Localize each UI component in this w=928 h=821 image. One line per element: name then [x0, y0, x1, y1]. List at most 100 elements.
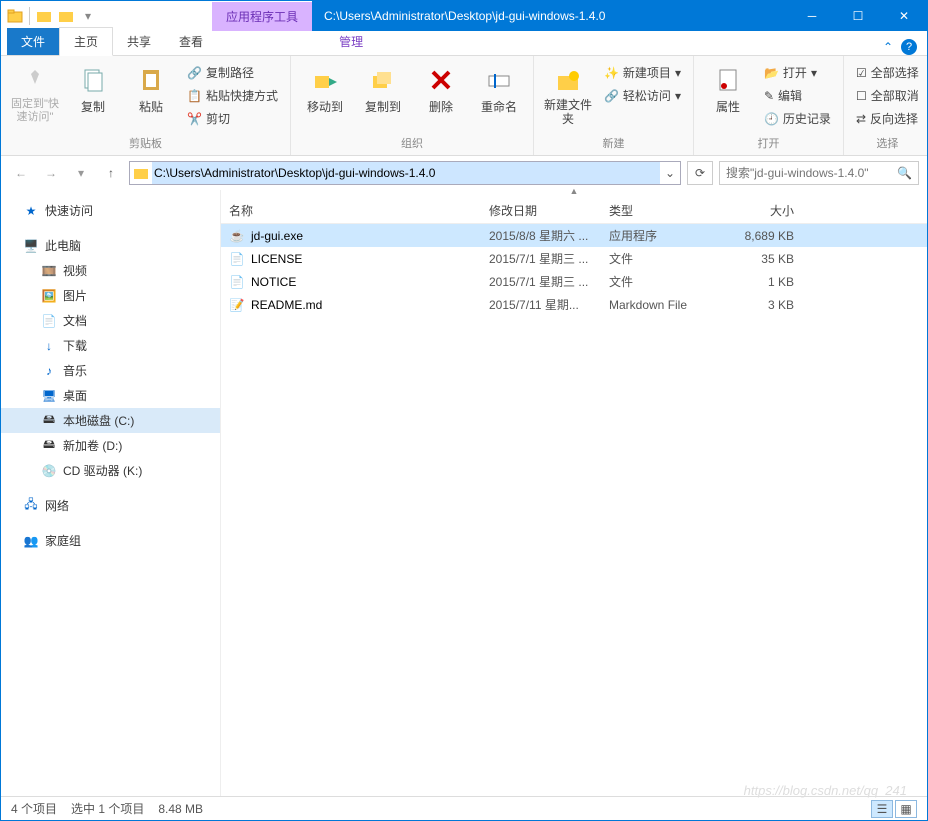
rename-button[interactable]: 重命名 — [473, 60, 525, 119]
sidebar-item-cdrive[interactable]: 🖴本地磁盘 (C:) — [1, 408, 220, 433]
copypath-button[interactable]: 🔗复制路径 — [183, 62, 282, 83]
maximize-button[interactable]: ☐ — [835, 1, 881, 31]
ribbon-group-clipboard: 固定到"快速访问" 复制 粘贴 🔗复制路径 📋粘贴快捷方式 ✂️剪切 剪贴板 — [1, 56, 291, 155]
address-bar[interactable]: ⌄ — [129, 161, 681, 185]
folder-icon[interactable] — [5, 6, 25, 26]
selectall-button[interactable]: ☑全部选择 — [852, 62, 923, 83]
col-date[interactable]: 修改日期 — [489, 202, 609, 219]
navbar: ← → ▾ ↑ ⌄ ⟳ 🔍 — [1, 156, 927, 190]
sidebar-item-music[interactable]: ♪音乐 — [1, 358, 220, 383]
search-icon: 🔍 — [897, 166, 912, 180]
sidebar-item-thispc[interactable]: 🖥️此电脑 — [1, 233, 220, 258]
close-button[interactable]: ✕ — [881, 1, 927, 31]
pin-button[interactable]: 固定到"快速访问" — [9, 60, 61, 128]
copy-button[interactable]: 复制 — [67, 60, 119, 119]
qat-btn-2[interactable] — [56, 6, 76, 26]
sidebar-item-downloads[interactable]: ↓下载 — [1, 333, 220, 358]
open-button[interactable]: 📂打开▾ — [760, 62, 835, 83]
file-rows: ☕jd-gui.exe2015/8/8 星期六 ...应用程序8,689 KB📄… — [221, 224, 927, 796]
tab-manage[interactable]: 管理 — [325, 28, 377, 55]
edit-button[interactable]: ✎编辑 — [760, 85, 835, 106]
cut-button[interactable]: ✂️剪切 — [183, 108, 282, 129]
sidebar: ★快速访问 🖥️此电脑 🎞️视频 🖼️图片 📄文档 ↓下载 ♪音乐 🖥桌面 🖴本… — [1, 190, 221, 796]
search-box[interactable]: 🔍 — [719, 161, 919, 185]
address-input[interactable] — [152, 162, 660, 184]
address-dropdown-icon[interactable]: ⌄ — [660, 166, 680, 180]
homegroup-icon: 👥 — [23, 533, 39, 549]
copy-icon — [77, 64, 109, 96]
newfolder-icon — [552, 64, 584, 96]
search-input[interactable] — [726, 166, 897, 180]
status-count: 4 个项目 — [11, 800, 57, 817]
tab-share[interactable]: 共享 — [113, 28, 165, 55]
table-row[interactable]: 📄NOTICE2015/7/1 星期三 ...文件1 KB — [221, 270, 927, 293]
file-list: ▲ 名称 修改日期 类型 大小 ☕jd-gui.exe2015/8/8 星期六 … — [221, 190, 927, 796]
file-size: 3 KB — [724, 298, 794, 312]
moveto-icon — [309, 64, 341, 96]
qat-overflow[interactable]: ▾ — [78, 6, 98, 26]
context-tab-label: 应用程序工具 — [212, 2, 312, 31]
delete-button[interactable]: 删除 — [415, 60, 467, 119]
invertsel-button[interactable]: ⇄反向选择 — [852, 108, 923, 129]
file-date: 2015/7/1 星期三 ... — [489, 273, 609, 290]
newitem-button[interactable]: ✨新建项目▾ — [600, 62, 685, 83]
minimize-button[interactable]: ─ — [789, 1, 835, 31]
sidebar-item-cdrom[interactable]: 💿CD 驱动器 (K:) — [1, 458, 220, 483]
qat-btn-1[interactable] — [34, 6, 54, 26]
edit-icon: ✎ — [764, 89, 774, 103]
sidebar-item-homegroup[interactable]: 👥家庭组 — [1, 528, 220, 553]
file-icon: 📄 — [229, 251, 245, 267]
file-type: Markdown File — [609, 298, 724, 312]
sidebar-item-network[interactable]: 🖧网络 — [1, 493, 220, 518]
col-size[interactable]: 大小 — [724, 202, 794, 219]
window-title: C:\Users\Administrator\Desktop\jd-gui-wi… — [312, 1, 789, 31]
file-size: 8,689 KB — [724, 229, 794, 243]
chevron-down-icon: ▾ — [675, 89, 681, 103]
properties-button[interactable]: 属性 — [702, 60, 754, 119]
newfolder-button[interactable]: 新建文件夹 — [542, 60, 594, 131]
easyaccess-button[interactable]: 🔗轻松访问▾ — [600, 85, 685, 106]
sidebar-item-desktop[interactable]: 🖥桌面 — [1, 383, 220, 408]
tab-view[interactable]: 查看 — [165, 28, 217, 55]
back-button[interactable]: ← — [9, 161, 33, 185]
file-size: 35 KB — [724, 252, 794, 266]
file-type: 应用程序 — [609, 227, 724, 244]
sidebar-item-pictures[interactable]: 🖼️图片 — [1, 283, 220, 308]
moveto-button[interactable]: 移动到 — [299, 60, 351, 119]
shortcut-icon: 📋 — [187, 89, 202, 103]
file-icon: 📄 — [229, 274, 245, 290]
forward-button[interactable]: → — [39, 161, 63, 185]
table-row[interactable]: 📝README.md2015/7/11 星期...Markdown File3 … — [221, 293, 927, 316]
ribbon: 固定到"快速访问" 复制 粘贴 🔗复制路径 📋粘贴快捷方式 ✂️剪切 剪贴板 移… — [1, 56, 927, 156]
copyto-button[interactable]: 复制到 — [357, 60, 409, 119]
download-icon: ↓ — [41, 338, 57, 354]
sidebar-item-videos[interactable]: 🎞️视频 — [1, 258, 220, 283]
folder-icon — [130, 166, 152, 180]
help-icon[interactable]: ? — [901, 39, 917, 55]
tab-home[interactable]: 主页 — [59, 27, 113, 56]
up-button[interactable]: ↑ — [99, 161, 123, 185]
selectnone-button[interactable]: ☐全部取消 — [852, 85, 923, 106]
tab-file[interactable]: 文件 — [7, 28, 59, 55]
easyaccess-icon: 🔗 — [604, 89, 619, 103]
desktop-icon: 🖥 — [41, 388, 57, 404]
paste-button[interactable]: 粘贴 — [125, 60, 177, 119]
table-row[interactable]: 📄LICENSE2015/7/1 星期三 ...文件35 KB — [221, 247, 927, 270]
sidebar-item-documents[interactable]: 📄文档 — [1, 308, 220, 333]
table-row[interactable]: ☕jd-gui.exe2015/8/8 星期六 ...应用程序8,689 KB — [221, 224, 927, 247]
sidebar-item-ddrive[interactable]: 🖴新加卷 (D:) — [1, 433, 220, 458]
history-button[interactable]: 🕘历史记录 — [760, 108, 835, 129]
minimize-ribbon-icon[interactable]: ⌃ — [883, 40, 893, 54]
col-name[interactable]: 名称 — [229, 202, 489, 219]
view-icons-button[interactable]: ▦ — [895, 800, 917, 818]
col-type[interactable]: 类型 — [609, 202, 724, 219]
recent-button[interactable]: ▾ — [69, 161, 93, 185]
view-details-button[interactable]: ☰ — [871, 800, 893, 818]
music-icon: ♪ — [41, 363, 57, 379]
pc-icon: 🖥️ — [23, 238, 39, 254]
file-type: 文件 — [609, 273, 724, 290]
history-icon: 🕘 — [764, 112, 779, 126]
refresh-button[interactable]: ⟳ — [687, 161, 713, 185]
sidebar-item-quickaccess[interactable]: ★快速访问 — [1, 198, 220, 223]
pasteshortcut-button[interactable]: 📋粘贴快捷方式 — [183, 85, 282, 106]
